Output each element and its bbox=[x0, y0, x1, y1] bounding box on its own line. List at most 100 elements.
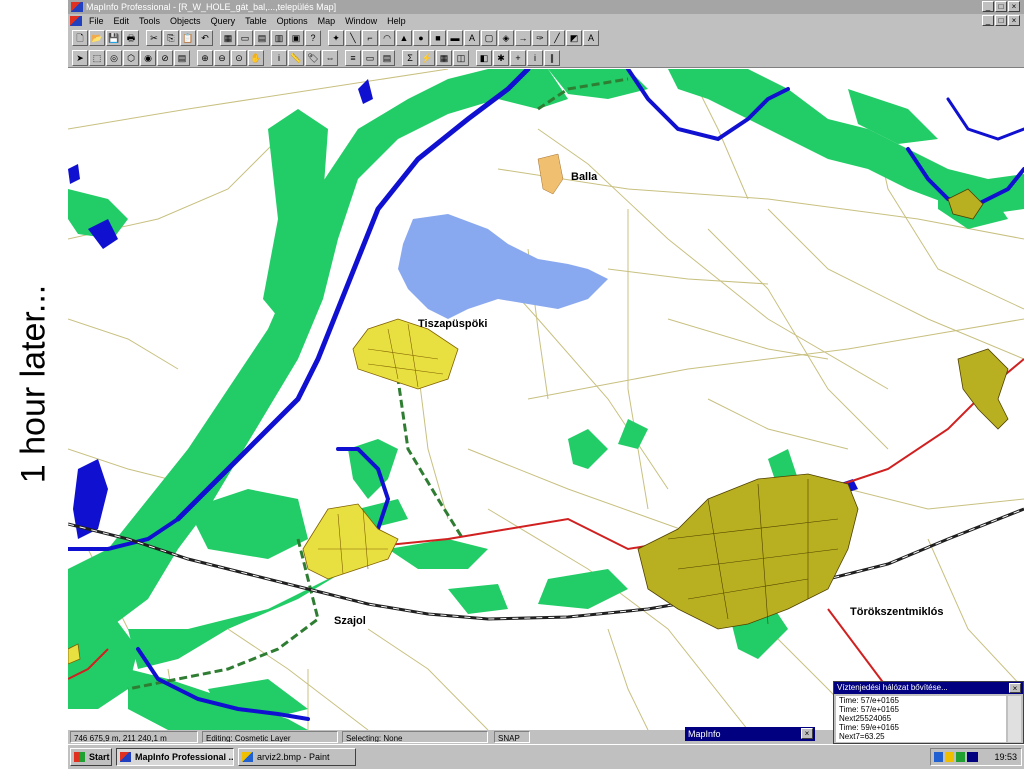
help-icon[interactable]: ? bbox=[305, 30, 321, 46]
menu-bar: File Edit Tools Objects Query Table Opti… bbox=[68, 14, 1024, 28]
undo-icon[interactable]: ↶ bbox=[197, 30, 213, 46]
menu-window[interactable]: Window bbox=[340, 14, 382, 28]
progress-line: Time: 57/e+0165 bbox=[839, 696, 899, 705]
drag-icon[interactable]: ⇔ bbox=[322, 49, 338, 66]
redistrict-icon[interactable]: ▣ bbox=[288, 30, 304, 46]
menu-file[interactable]: File bbox=[84, 14, 109, 28]
graph-icon[interactable]: ▤ bbox=[254, 30, 270, 46]
statistics-icon[interactable]: ▤ bbox=[379, 49, 395, 66]
taskbar-item-mapinfo[interactable]: MapInfo Professional ... bbox=[116, 748, 234, 766]
mapinfo-window: MapInfo Professional - [R_W_HOLE_gát_bal… bbox=[66, 0, 1024, 769]
progress-close-button[interactable]: × bbox=[1009, 683, 1021, 693]
zoom-in-icon[interactable]: ⊕ bbox=[197, 49, 213, 66]
show-icon[interactable]: ◧ bbox=[476, 49, 492, 66]
progress-scrollbar[interactable] bbox=[1008, 696, 1021, 742]
radius-icon[interactable]: ◎ bbox=[106, 49, 122, 66]
new-icon[interactable]: 🗋 bbox=[72, 30, 88, 46]
map-label-szajol: Szajol bbox=[334, 615, 366, 627]
layer-control-icon[interactable]: ≡ bbox=[345, 49, 361, 66]
layout-icon[interactable]: ▥ bbox=[271, 30, 287, 46]
tray-icons[interactable] bbox=[934, 752, 978, 762]
hotlink-icon[interactable]: ⚡ bbox=[419, 49, 435, 66]
status-snap[interactable]: SNAP bbox=[494, 731, 530, 743]
browser-icon[interactable]: ▦ bbox=[220, 30, 236, 46]
add-node-icon[interactable]: → bbox=[515, 30, 531, 46]
inundation-area bbox=[398, 214, 608, 319]
copy-icon[interactable]: ⎘ bbox=[163, 30, 179, 46]
print-icon[interactable]: 🖶 bbox=[123, 30, 139, 46]
reshape-icon[interactable]: ◈ bbox=[498, 30, 514, 46]
status-editing[interactable]: Editing: Cosmetic Layer bbox=[202, 731, 338, 743]
sum-icon[interactable]: Σ bbox=[402, 49, 418, 66]
zoom-out-icon[interactable]: ⊖ bbox=[214, 49, 230, 66]
text-style-icon[interactable]: A bbox=[583, 30, 599, 46]
polygon-select-icon[interactable]: ⬡ bbox=[123, 49, 139, 66]
save-icon[interactable]: 💾 bbox=[106, 30, 122, 46]
clip-icon[interactable]: ◫ bbox=[453, 49, 469, 66]
menu-table[interactable]: Table bbox=[240, 14, 272, 28]
open-icon[interactable]: 📂 bbox=[89, 30, 105, 46]
progress-line: Next7=63.25 bbox=[839, 732, 885, 741]
arc-icon[interactable]: ◠ bbox=[379, 30, 395, 46]
map-canvas[interactable]: Balla Tiszapüspöki Szajol Törökszentmikl… bbox=[66, 66, 1024, 731]
label-icon[interactable]: 🏷 bbox=[305, 49, 321, 66]
marquee-icon[interactable]: ⬚ bbox=[89, 49, 105, 66]
plus-icon[interactable]: + bbox=[510, 49, 526, 66]
pause-icon[interactable]: ∥ bbox=[544, 49, 560, 66]
ellipse-icon[interactable]: ● bbox=[413, 30, 429, 46]
menu-query[interactable]: Query bbox=[206, 14, 241, 28]
info-icon[interactable]: i bbox=[271, 49, 287, 66]
map-icon[interactable]: ▭ bbox=[237, 30, 253, 46]
grabber-icon[interactable]: ✋ bbox=[248, 49, 264, 66]
map-view[interactable]: Balla Tiszapüspöki Szajol Törökszentmikl… bbox=[66, 66, 1024, 731]
tools-toolbar: ➤ ⬚ ◎ ⬡ ◉ ⊘ ▤ ⊕ ⊖ ⊙ ✋ i 📏 🏷 ⇔ ≡ ▭ ▤ Σ ⚡ ▦ ◫ ◧ ✱ + i ∥ bbox=[68, 48, 1024, 68]
doc-minimize-button[interactable]: _ bbox=[982, 15, 994, 26]
polygon-icon[interactable]: ▲ bbox=[396, 30, 412, 46]
start-button[interactable]: Start bbox=[70, 748, 112, 766]
legend-icon[interactable]: ▭ bbox=[362, 49, 378, 66]
menu-tools[interactable]: Tools bbox=[134, 14, 165, 28]
taskbar: Start MapInfo Professional ... arviz2.bm… bbox=[68, 744, 1024, 769]
minimize-button[interactable]: _ bbox=[982, 1, 994, 12]
start-label: Start bbox=[89, 752, 110, 762]
change-view-icon[interactable]: ⊙ bbox=[231, 49, 247, 66]
document-icon[interactable] bbox=[70, 16, 82, 26]
invert-icon[interactable]: ▤ bbox=[174, 49, 190, 66]
taskbar-clock[interactable]: 19:53 bbox=[994, 749, 1017, 765]
status-selecting[interactable]: Selecting: None bbox=[342, 731, 488, 743]
floating-close-button[interactable]: × bbox=[801, 728, 813, 739]
symbol-icon[interactable]: ✦ bbox=[328, 30, 344, 46]
rectangle-icon[interactable]: ■ bbox=[430, 30, 446, 46]
ruler-icon[interactable]: 📏 bbox=[288, 49, 304, 66]
menu-objects[interactable]: Objects bbox=[165, 14, 206, 28]
taskbar-item-paint[interactable]: arviz2.bmp - Paint bbox=[238, 748, 356, 766]
text-icon[interactable]: A bbox=[464, 30, 480, 46]
select-icon[interactable]: ➤ bbox=[72, 49, 88, 66]
progress-window[interactable]: Víztenjedési hálózat bővítése... × Time:… bbox=[833, 681, 1024, 744]
menu-map[interactable]: Map bbox=[313, 14, 341, 28]
pin-icon[interactable]: ✱ bbox=[493, 49, 509, 66]
line-style-icon[interactable]: ╱ bbox=[549, 30, 565, 46]
menu-edit[interactable]: Edit bbox=[109, 14, 135, 28]
paste-icon[interactable]: 📋 bbox=[180, 30, 196, 46]
symbol-style-icon[interactable]: ✑ bbox=[532, 30, 548, 46]
line-icon[interactable]: ╲ bbox=[345, 30, 361, 46]
mapinfo-floating-window[interactable]: MapInfo × bbox=[685, 727, 815, 741]
rounded-rect-icon[interactable]: ▬ bbox=[447, 30, 463, 46]
doc-close-button[interactable]: × bbox=[1008, 15, 1020, 26]
info-i-icon[interactable]: i bbox=[527, 49, 543, 66]
close-button[interactable]: × bbox=[1008, 1, 1020, 12]
frame-icon[interactable]: ▢ bbox=[481, 30, 497, 46]
cut-icon[interactable]: ✂ bbox=[146, 30, 162, 46]
thematic-icon[interactable]: ▦ bbox=[436, 49, 452, 66]
menu-help[interactable]: Help bbox=[382, 14, 411, 28]
unselect-icon[interactable]: ⊘ bbox=[157, 49, 173, 66]
doc-restore-button[interactable]: □ bbox=[995, 15, 1007, 26]
progress-title: Víztenjedési hálózat bővítése... × bbox=[834, 682, 1023, 694]
boundary-icon[interactable]: ◉ bbox=[140, 49, 156, 66]
system-tray: 19:53 bbox=[930, 748, 1022, 766]
maximize-button[interactable]: □ bbox=[995, 1, 1007, 12]
polyline-icon[interactable]: ⌐ bbox=[362, 30, 378, 46]
menu-options[interactable]: Options bbox=[272, 14, 313, 28]
region-style-icon[interactable]: ◩ bbox=[566, 30, 582, 46]
